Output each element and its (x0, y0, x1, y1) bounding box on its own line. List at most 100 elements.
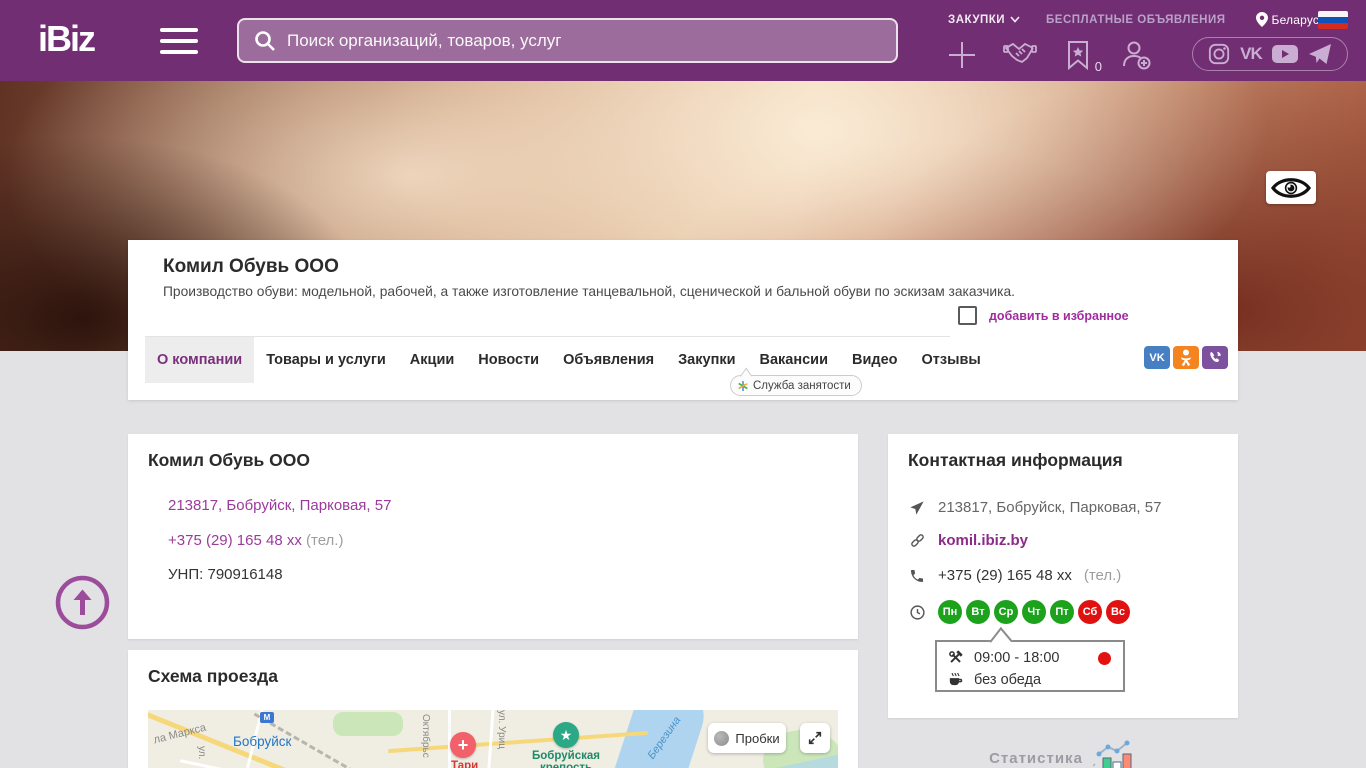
search-bar[interactable] (237, 18, 898, 63)
tab-reviews[interactable]: Отзывы (910, 337, 993, 383)
about-card-title: Комил Обувь ООО (148, 450, 310, 471)
day-badge-fri[interactable]: Пт (1050, 600, 1074, 624)
day-badge-thu[interactable]: Чт (1022, 600, 1046, 624)
language-flag-ru[interactable] (1318, 11, 1348, 29)
map-metro-icon: М (260, 712, 274, 723)
working-hours-tooltip: 09:00 - 18:00 без обеда (935, 640, 1125, 692)
hours-row: 09:00 - 18:00 (947, 649, 1059, 666)
youtube-icon[interactable] (1272, 44, 1298, 64)
traffic-light-icon (714, 731, 729, 746)
contact-address: 213817, Бобруйск, Парковая, 57 (938, 499, 1161, 516)
map-road (484, 710, 495, 768)
company-header-card: Комил Обувь ООО Производство обуви: моде… (128, 240, 1238, 400)
company-social-badges: VK (1144, 346, 1228, 369)
navigation-arrow-icon (908, 500, 926, 516)
phone-note: (тел.) (306, 532, 343, 549)
day-badge-sun[interactable]: Вс (1106, 600, 1130, 624)
map-street-label: ул. (196, 746, 207, 759)
arrow-up-circle-icon (55, 575, 110, 630)
lunch-row: без обеда (947, 671, 1041, 688)
day-badge-wed[interactable]: Ср (994, 600, 1018, 624)
header-top-nav: ЗАКУПКИ БЕСПЛАТНЫЕ ОБЪЯВЛЕНИЯ Беларусь (948, 12, 1326, 27)
map-street-label: Октябрьс (420, 714, 431, 758)
contact-website-link[interactable]: komil.ibiz.by (938, 532, 1028, 549)
handshake-icon[interactable] (1000, 36, 1040, 74)
page-title: Комил Обувь ООО (163, 256, 339, 278)
contact-phone[interactable]: +375 (29) 165 48 хх (938, 567, 1072, 584)
map-poi-label-red: Тари (451, 760, 478, 768)
add-to-favorites[interactable]: добавить в избранное (958, 306, 1129, 325)
map-poi-marker-red[interactable]: + (450, 732, 476, 758)
coffee-cup-icon (947, 671, 964, 688)
tab-products[interactable]: Товары и услуги (254, 337, 398, 383)
viber-icon[interactable] (1202, 346, 1228, 369)
scroll-to-top-button[interactable] (55, 575, 110, 630)
tab-about[interactable]: О компании (145, 337, 254, 383)
header-social-links: VK (1192, 37, 1348, 71)
tab-promotions[interactable]: Акции (398, 337, 466, 383)
about-card: Комил Обувь ООО 213817, Бобруйск, Парков… (128, 434, 858, 639)
favorites-bookmark-icon[interactable]: 0 (1058, 36, 1098, 74)
telegram-icon[interactable] (1308, 43, 1332, 65)
search-input[interactable] (287, 31, 882, 51)
nav-zakupki[interactable]: ЗАКУПКИ (948, 14, 1020, 26)
app-header: iBiz ЗАКУПКИ БЕСПЛАТНЫЕ ОБЪЯВЛЕНИЯ Белар… (0, 0, 1366, 81)
map[interactable]: ла Маркса ул. М Бобруйск Октябрьс + Тари… (148, 710, 838, 768)
traffic-button[interactable]: Пробки (708, 723, 786, 753)
ibiz-logo[interactable]: iBiz (38, 18, 94, 60)
lunch-label: без обеда (974, 672, 1041, 688)
chevron-down-icon (1010, 16, 1020, 23)
contact-phone-note: (тел.) (1084, 567, 1121, 584)
map-street-label: ул. Уриц (496, 710, 507, 749)
working-hours: 09:00 - 18:00 (974, 650, 1059, 666)
statistics-label: Статистика (989, 750, 1083, 767)
favorites-count: 0 (1095, 59, 1102, 74)
working-days-row: Пн Вт Ср Чт Пт Сб Вс (908, 600, 1130, 624)
company-unp: УНП: 790916148 (168, 566, 283, 583)
company-description: Производство обуви: модельной, рабочей, … (163, 284, 1043, 299)
location-pin-icon (1256, 12, 1268, 27)
tab-ads[interactable]: Объявления (551, 337, 666, 383)
map-card-title: Схема проезда (148, 666, 278, 687)
instagram-icon[interactable] (1208, 43, 1230, 65)
day-badge-tue[interactable]: Вт (966, 600, 990, 624)
map-city-label: Бобруйск (233, 734, 291, 749)
eye-icon (1271, 175, 1311, 201)
map-park-patch (333, 712, 403, 736)
phone-icon (908, 568, 926, 584)
map-card: Схема проезда ла Маркса ул. М Бобруйск О… (128, 650, 858, 768)
favorite-label: добавить в избранное (989, 309, 1129, 323)
vk-icon[interactable]: VK (1240, 44, 1262, 64)
map-fullscreen-button[interactable] (800, 723, 830, 753)
map-fortress-marker[interactable]: ★ (553, 722, 579, 748)
country-selector[interactable]: Беларусь (1256, 12, 1326, 27)
statistics-link[interactable]: Статистика (888, 738, 1238, 768)
accessibility-eye-button[interactable] (1266, 171, 1316, 204)
expand-icon (807, 730, 823, 746)
status-dot (1098, 652, 1111, 665)
add-user-icon[interactable] (1116, 36, 1156, 74)
contact-phone-row: +375 (29) 165 48 хх (тел.) (908, 567, 1121, 584)
day-badge-mon[interactable]: Пн (938, 600, 962, 624)
tab-news[interactable]: Новости (466, 337, 551, 383)
bar-chart-icon (1093, 738, 1137, 768)
odnoklassniki-icon[interactable] (1173, 346, 1199, 369)
day-badge-sat[interactable]: Сб (1078, 600, 1102, 624)
clock-icon (908, 604, 926, 621)
contact-address-row: 213817, Бобруйск, Парковая, 57 (908, 499, 1161, 516)
favorite-checkbox[interactable] (958, 306, 977, 325)
contact-website-row: komil.ibiz.by (908, 532, 1028, 549)
asterisk-icon (738, 381, 748, 391)
tools-icon (947, 649, 964, 666)
add-plus-icon[interactable] (942, 36, 982, 74)
search-icon (253, 29, 277, 53)
contact-info-card: Контактная информация 213817, Бобруйск, … (888, 434, 1238, 718)
nav-free-ads[interactable]: БЕСПЛАТНЫЕ ОБЪЯВЛЕНИЯ (1046, 14, 1225, 26)
link-icon (908, 532, 926, 549)
employment-service-badge: Служба занятости (730, 375, 862, 396)
company-address-link[interactable]: 213817, Бобруйск, Парковая, 57 (168, 497, 391, 514)
menu-icon[interactable] (160, 28, 198, 54)
map-fortress-label: Бобруйская крепость (506, 750, 626, 768)
vk-share-icon[interactable]: VK (1144, 346, 1170, 369)
company-phone-link[interactable]: +375 (29) 165 48 хх (168, 532, 302, 549)
